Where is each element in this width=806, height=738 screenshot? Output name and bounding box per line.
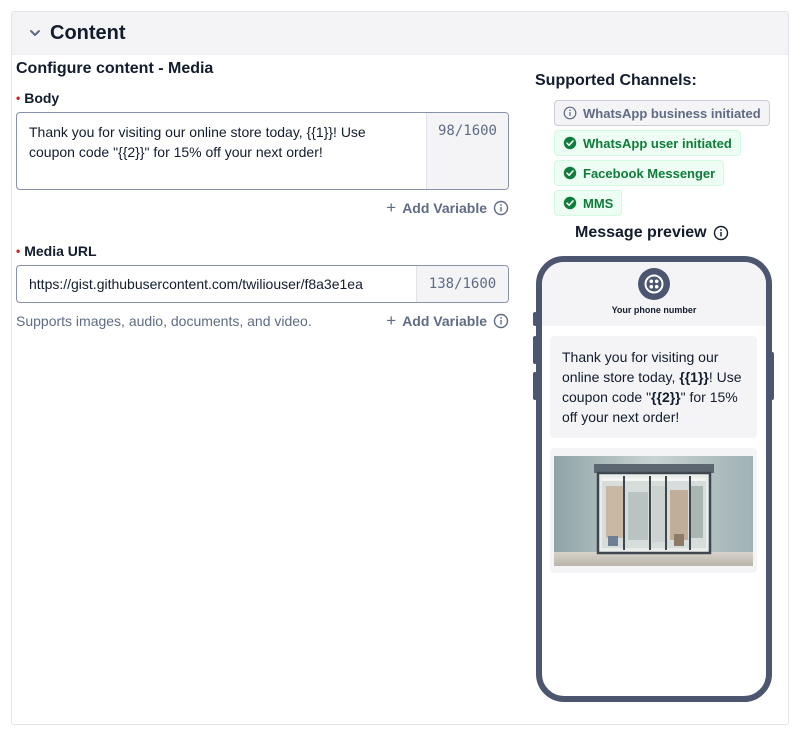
info-icon[interactable]: [493, 313, 509, 329]
required-indicator: •: [16, 91, 21, 105]
media-attachment: [550, 448, 757, 573]
plus-icon: +: [386, 198, 397, 217]
body-label-text: Body: [24, 90, 60, 106]
media-url-value[interactable]: https://gist.githubusercontent.com/twili…: [17, 266, 416, 302]
body-textarea[interactable]: Thank you for visiting our online store …: [16, 112, 509, 190]
twilio-logo-icon: [644, 274, 664, 294]
body-label: • Body: [16, 90, 509, 106]
body-add-variable-button[interactable]: + Add Variable: [386, 198, 509, 218]
media-url-input[interactable]: https://gist.githubusercontent.com/twili…: [16, 265, 509, 303]
media-url-help-row: Supports images, audio, documents, and v…: [16, 311, 509, 331]
message-bubble: Thank you for visiting our online store …: [550, 336, 757, 438]
add-variable-label: Add Variable: [402, 200, 487, 216]
check-circle-icon: [563, 166, 577, 180]
message-variable-2: {{2}}: [651, 389, 681, 405]
section-title: Content: [50, 21, 126, 44]
phone-preview-frame: Your phone number Thank you for visiting…: [536, 256, 772, 702]
body-textarea-value[interactable]: Thank you for visiting our online store …: [17, 113, 426, 189]
media-url-label-text: Media URL: [24, 243, 97, 259]
required-indicator: •: [16, 244, 21, 258]
channel-badge-whatsapp-user: WhatsApp user initiated: [554, 130, 741, 156]
phone-header: Your phone number: [542, 262, 766, 326]
form-title: Configure content - Media: [16, 60, 214, 77]
content-section-header[interactable]: Content: [12, 12, 788, 55]
message-preview-title: Message preview: [575, 224, 729, 242]
media-url-label: • Media URL: [16, 243, 509, 259]
channel-badge-mms: MMS: [554, 190, 623, 216]
channel-badge-label: Facebook Messenger: [583, 165, 716, 181]
channel-badge-label: MMS: [583, 195, 614, 211]
info-icon[interactable]: [493, 200, 509, 216]
body-add-variable-row: + Add Variable: [16, 198, 509, 218]
body-char-counter: 98/1600: [426, 113, 508, 189]
media-url-help-text: Supports images, audio, documents, and v…: [16, 313, 312, 329]
storefront-image: [554, 456, 753, 566]
info-icon: [563, 106, 577, 120]
message-variable-1: {{1}}: [679, 369, 709, 385]
supported-channels-panel: Supported Channels: WhatsApp business in…: [535, 72, 775, 220]
avatar: [638, 268, 670, 300]
add-variable-label: Add Variable: [402, 313, 487, 329]
check-circle-icon: [563, 136, 577, 150]
media-url-add-variable-button[interactable]: + Add Variable: [386, 311, 509, 331]
channel-badge-list: WhatsApp business initiated WhatsApp use…: [554, 100, 775, 220]
channel-badge-label: WhatsApp user initiated: [583, 135, 732, 151]
channel-badge-facebook-messenger: Facebook Messenger: [554, 160, 725, 186]
plus-icon: +: [386, 311, 397, 330]
channel-badge-label: WhatsApp business initiated: [583, 105, 761, 121]
check-circle-icon: [563, 196, 577, 210]
supported-channels-title: Supported Channels:: [535, 72, 697, 89]
media-url-char-counter: 138/1600: [416, 266, 508, 302]
message-preview-label: Message preview: [575, 224, 707, 241]
channel-badge-whatsapp-business: WhatsApp business initiated: [554, 100, 770, 126]
configure-content-form: Configure content - Media • Body Thank y…: [16, 60, 509, 331]
phone-number-label: Your phone number: [611, 305, 697, 315]
chevron-down-icon: [30, 30, 40, 36]
info-icon[interactable]: [713, 225, 729, 241]
